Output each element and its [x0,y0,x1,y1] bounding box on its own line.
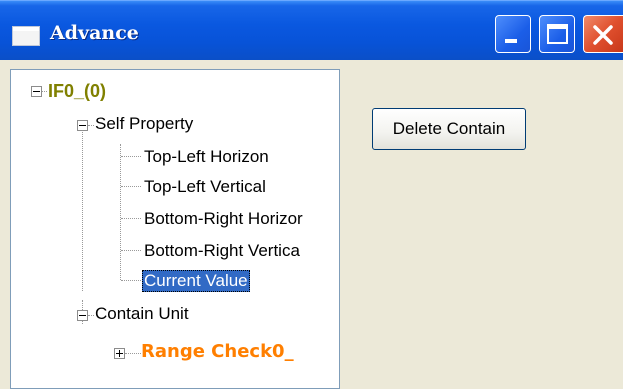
delete-contain-button[interactable]: Delete Contain [372,108,526,150]
maximize-icon [547,24,568,44]
tree-node-contain-unit[interactable]: Contain Unit [95,303,189,325]
window-title: Advance [50,22,139,44]
tree-connector [121,218,141,219]
tree-node-range-check[interactable]: Range Check0_ [141,341,294,363]
property-tree[interactable]: IF0_(0) Self Property Top-Left Horizon T… [10,69,340,389]
tree-node-current-value[interactable]: Current Value [142,270,250,292]
tree-node-bottom-right-vertical[interactable]: Bottom-Right Vertica [144,240,300,262]
tree-connector [42,91,47,92]
tree-connector [120,144,121,280]
client-area: IF0_(0) Self Property Top-Left Horizon T… [0,60,623,389]
tree-node-root[interactable]: IF0_(0) [48,80,106,102]
title-bar[interactable]: Advance [0,0,623,60]
collapse-toggle-self-property[interactable] [77,120,88,131]
tree-connector [121,280,141,281]
tree-node-top-left-vertical[interactable]: Top-Left Vertical [144,176,266,198]
tree-connector [88,315,94,316]
tree-connector [121,156,141,157]
maximize-button[interactable] [539,15,575,53]
close-icon [593,25,613,45]
tree-connector [82,121,83,291]
tree-connector [88,125,94,126]
tree-connector [121,250,141,251]
collapse-toggle-contain-unit[interactable] [77,310,88,321]
expand-toggle-range-check[interactable] [114,348,125,359]
tree-connector [121,186,141,187]
tree-node-top-left-horizon[interactable]: Top-Left Horizon [144,146,269,168]
tree-connector [125,353,141,354]
tree-node-self-property[interactable]: Self Property [95,113,193,135]
minimize-icon [505,39,517,43]
minimize-button[interactable] [495,15,531,53]
collapse-toggle-root[interactable] [31,86,42,97]
tree-node-bottom-right-horizontal[interactable]: Bottom-Right Horizor [144,208,303,230]
window-icon[interactable] [12,26,40,46]
close-button[interactable] [583,15,623,53]
